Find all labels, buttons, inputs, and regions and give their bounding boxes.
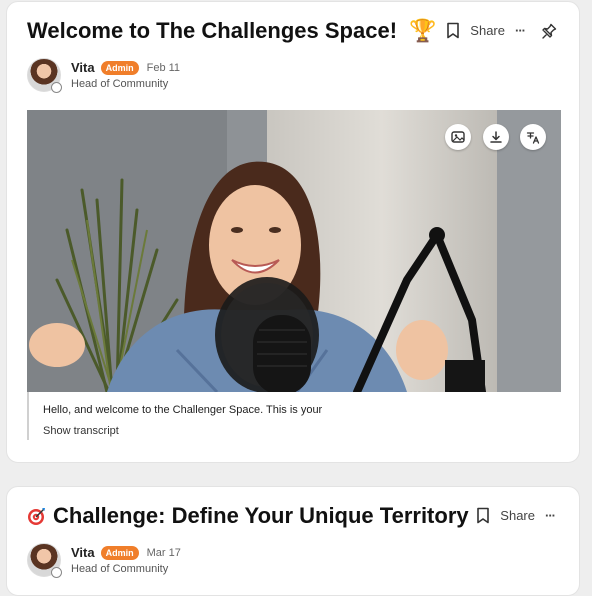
author-block: Vita Admin Mar 17 Head of Community	[27, 543, 181, 578]
admin-badge: Admin	[100, 545, 139, 560]
avatar-status-badge	[51, 82, 62, 93]
more-options-button[interactable]: ···	[545, 508, 556, 523]
post-date[interactable]: Feb 11	[147, 62, 180, 74]
author-name[interactable]: Vita	[71, 545, 95, 560]
download-icon	[489, 130, 503, 144]
translate-button[interactable]	[520, 124, 546, 150]
author-block: Vita Admin Feb 11 Head of Community	[27, 58, 180, 93]
share-button[interactable]: Share	[500, 508, 535, 523]
bookmark-button[interactable]	[446, 22, 460, 39]
transcript-text: Hello, and welcome to the Challenger Spa…	[43, 404, 323, 416]
bookmark-icon	[446, 22, 460, 39]
post-title[interactable]: Welcome to The Challenges Space! 🏆	[27, 18, 437, 44]
avatar[interactable]	[27, 543, 62, 578]
transcript-panel: Hello, and welcome to the Challenger Spa…	[27, 392, 561, 440]
video-player[interactable]	[27, 110, 561, 392]
post-card: Welcome to The Challenges Space! 🏆 Share…	[6, 1, 580, 463]
more-icon: ···	[515, 23, 526, 38]
more-icon: ···	[545, 508, 556, 523]
share-button[interactable]: Share	[470, 23, 505, 38]
trophy-emoji: 🏆	[409, 18, 437, 43]
image-button[interactable]	[445, 124, 471, 150]
post-date[interactable]: Mar 17	[147, 547, 181, 559]
share-label: Share	[470, 23, 505, 38]
post-title-text: Welcome to The Challenges Space!	[27, 18, 398, 43]
avatar-status-badge	[51, 567, 62, 578]
bookmark-icon	[476, 507, 490, 524]
pin-icon	[541, 23, 557, 39]
pin-button[interactable]	[541, 23, 557, 39]
post-title[interactable]: Challenge: Define Your Unique Territory	[27, 503, 469, 529]
download-button[interactable]	[483, 124, 509, 150]
bookmark-button[interactable]	[476, 507, 490, 524]
target-icon	[27, 506, 47, 526]
post-title-text: Challenge: Define Your Unique Territory	[53, 503, 469, 528]
show-transcript-link[interactable]: Show transcript	[43, 425, 561, 437]
post-card: Challenge: Define Your Unique Territory …	[6, 486, 580, 596]
admin-badge: Admin	[100, 60, 139, 75]
video-frame	[27, 110, 561, 392]
post-actions: Share ···	[446, 22, 557, 39]
post-actions: Share ···	[476, 507, 556, 524]
image-icon	[451, 130, 465, 144]
avatar[interactable]	[27, 58, 62, 93]
translate-icon	[526, 130, 540, 144]
author-role: Head of Community	[71, 563, 169, 575]
more-options-button[interactable]: ···	[515, 23, 526, 38]
author-role: Head of Community	[71, 78, 169, 90]
author-name[interactable]: Vita	[71, 60, 95, 75]
share-label: Share	[500, 508, 535, 523]
